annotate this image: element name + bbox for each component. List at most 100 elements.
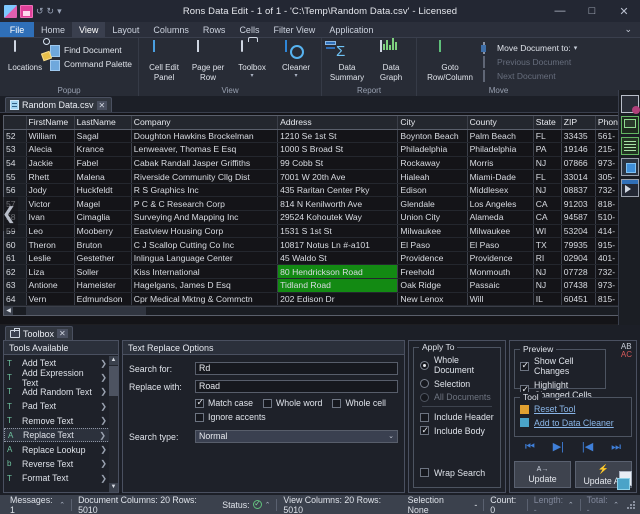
table-cell[interactable]: Monmouth (467, 265, 533, 279)
ignore-accents-checkbox[interactable] (195, 413, 204, 422)
cell-panel-icon[interactable] (621, 158, 639, 176)
page-per-row-button[interactable]: Page per Row (187, 40, 229, 82)
table-cell[interactable]: 60451 (561, 292, 595, 306)
table-cell[interactable]: 79935 (561, 238, 595, 252)
table-cell[interactable]: 7001 W 20th Ave (278, 170, 398, 184)
table-cell[interactable]: Freehold (398, 265, 467, 279)
scroll-left-button[interactable]: ◀ (4, 307, 13, 316)
command-palette-button[interactable]: Command Palette (48, 57, 134, 71)
table-cell[interactable]: 07866 (561, 156, 595, 170)
table-cell[interactable]: Ivan (26, 211, 74, 225)
table-cell[interactable]: 07438 (561, 279, 595, 293)
cleaner-dropdown-icon[interactable]: ▾ (295, 74, 298, 79)
table-cell[interactable]: Providence (467, 251, 533, 265)
data-graph-button[interactable]: Data Graph (370, 40, 412, 82)
column-header-zip[interactable]: ZIP (561, 116, 595, 129)
table-cell[interactable]: Alameda (467, 211, 533, 225)
table-cell[interactable]: Edison (398, 183, 467, 197)
column-header-city[interactable]: City (398, 116, 467, 129)
row-number-cell[interactable]: 60 (4, 238, 26, 252)
table-row[interactable]: 59LeoMooberryEastview Housing Corp1531 S… (4, 224, 636, 238)
table-cell[interactable]: Alecia (26, 143, 74, 157)
table-cell[interactable]: Union City (398, 211, 467, 225)
whole-document-radio[interactable] (420, 361, 429, 370)
table-row[interactable]: 61LeslieGestetherInlingua Language Cente… (4, 251, 636, 265)
grid-horizontal-scrollbar[interactable]: ◀ (4, 306, 627, 315)
table-row[interactable]: 63AntioneHameisterHagelgans, James D Esq… (4, 279, 636, 293)
row-number-cell[interactable]: 52 (4, 129, 26, 143)
table-cell[interactable]: Hameister (74, 279, 131, 293)
table-cell[interactable]: William (26, 129, 74, 143)
status-messages-caret-icon[interactable]: ⌃ (59, 501, 65, 509)
table-cell[interactable]: Hialeah (398, 170, 467, 184)
table-cell[interactable]: Milwaukee (398, 224, 467, 238)
table-cell[interactable]: 99 Cobb St (278, 156, 398, 170)
table-cell[interactable]: 33435 (561, 129, 595, 143)
tool-item-replace-lookup[interactable]: AReplace Lookup❯ (4, 442, 118, 456)
wrap-search-checkbox[interactable] (420, 468, 429, 477)
table-cell[interactable]: NJ (533, 156, 561, 170)
collapse-ribbon-icon[interactable]: ⌄ (616, 22, 640, 37)
tab-cells[interactable]: Cells (232, 22, 266, 37)
selection-radio[interactable] (420, 379, 429, 388)
table-row[interactable]: 64VernEdmundsonCpr Medical Mktng & Commc… (4, 292, 636, 306)
table-cell[interactable]: 53204 (561, 224, 595, 238)
table-cell[interactable]: C J Scallop Cutting Co Inc (131, 238, 277, 252)
table-row[interactable]: 62LizaSollerKiss International80 Hendric… (4, 265, 636, 279)
table-cell[interactable]: Leslie (26, 251, 74, 265)
table-cell[interactable]: Gestether (74, 251, 131, 265)
match-case-checkbox[interactable] (195, 399, 204, 408)
table-cell[interactable]: Malena (74, 170, 131, 184)
table-cell[interactable]: Fabel (74, 156, 131, 170)
table-cell[interactable]: Oak Ridge (398, 279, 467, 293)
table-cell[interactable]: Will (467, 292, 533, 306)
first-change-button[interactable]: ⏮ (525, 442, 535, 453)
close-button[interactable]: ✕ (608, 0, 640, 22)
tool-item-replace-text[interactable]: AReplace Text❯ (4, 428, 118, 442)
tab-filter-view[interactable]: Filter View (266, 22, 322, 37)
table-cell[interactable]: Boynton Beach (398, 129, 467, 143)
table-cell[interactable]: Sagal (74, 129, 131, 143)
table-cell[interactable]: Los Angeles (467, 197, 533, 211)
tab-layout[interactable]: Layout (105, 22, 146, 37)
table-cell[interactable]: RI (533, 251, 561, 265)
add-to-data-cleaner-link[interactable]: Add to Data Cleaner (534, 418, 614, 428)
table-cell[interactable]: 45 Waldo St (278, 251, 398, 265)
row-number-cell[interactable]: 56 (4, 183, 26, 197)
whole-word-checkbox[interactable] (263, 399, 272, 408)
whole-cell-checkbox[interactable] (332, 399, 341, 408)
table-cell[interactable]: Krance (74, 143, 131, 157)
table-cell[interactable]: 814 N Kenilworth Ave (278, 197, 398, 211)
table-cell[interactable]: Eastview Housing Corp (131, 224, 277, 238)
table-row[interactable]: 53AleciaKranceLenweaver, Thomas E Esq100… (4, 143, 636, 157)
table-cell[interactable]: 435 Raritan Center Pky (278, 183, 398, 197)
table-cell[interactable]: Miami-Dade (467, 170, 533, 184)
tab-home[interactable]: Home (34, 22, 72, 37)
table-cell[interactable]: 33014 (561, 170, 595, 184)
tools-list[interactable]: TAdd Text❯TAdd Expression Text❯TAdd Rand… (4, 356, 118, 492)
toolbox-tab-close-icon[interactable]: ✕ (57, 329, 68, 338)
table-cell[interactable]: Rockaway (398, 156, 467, 170)
include-body-checkbox[interactable] (420, 426, 429, 435)
table-cell[interactable]: 1531 S 1st St (278, 224, 398, 238)
table-row[interactable]: 54JackieFabelCabak Randall Jasper Griffi… (4, 156, 636, 170)
table-cell[interactable]: Liza (26, 265, 74, 279)
table-cell[interactable]: FL (533, 170, 561, 184)
table-cell[interactable]: Cabak Randall Jasper Griffiths (131, 156, 277, 170)
table-row[interactable]: 56JodyHuckfeldtR S Graphics Inc435 Rarit… (4, 183, 636, 197)
include-body-row[interactable]: Include Body (420, 426, 494, 436)
table-cell[interactable]: Bruton (74, 238, 131, 252)
tool-item-format-text[interactable]: TFormat Text❯ (4, 471, 118, 485)
table-cell[interactable]: Palm Beach (467, 129, 533, 143)
table-cell[interactable]: Mooberry (74, 224, 131, 238)
table-cell[interactable]: Kiss International (131, 265, 277, 279)
table-cell[interactable]: Soller (74, 265, 131, 279)
document-tab-random-data[interactable]: Random Data.csv ✕ (5, 97, 112, 112)
table-cell[interactable]: El Paso (467, 238, 533, 252)
table-cell[interactable]: NJ (533, 279, 561, 293)
column-header-firstname[interactable]: FirstName (26, 116, 74, 129)
table-cell[interactable]: Jackie (26, 156, 74, 170)
replace-with-input[interactable]: Road (195, 380, 398, 393)
row-number-cell[interactable]: 61 (4, 251, 26, 265)
row-number-cell[interactable]: 63 (4, 279, 26, 293)
